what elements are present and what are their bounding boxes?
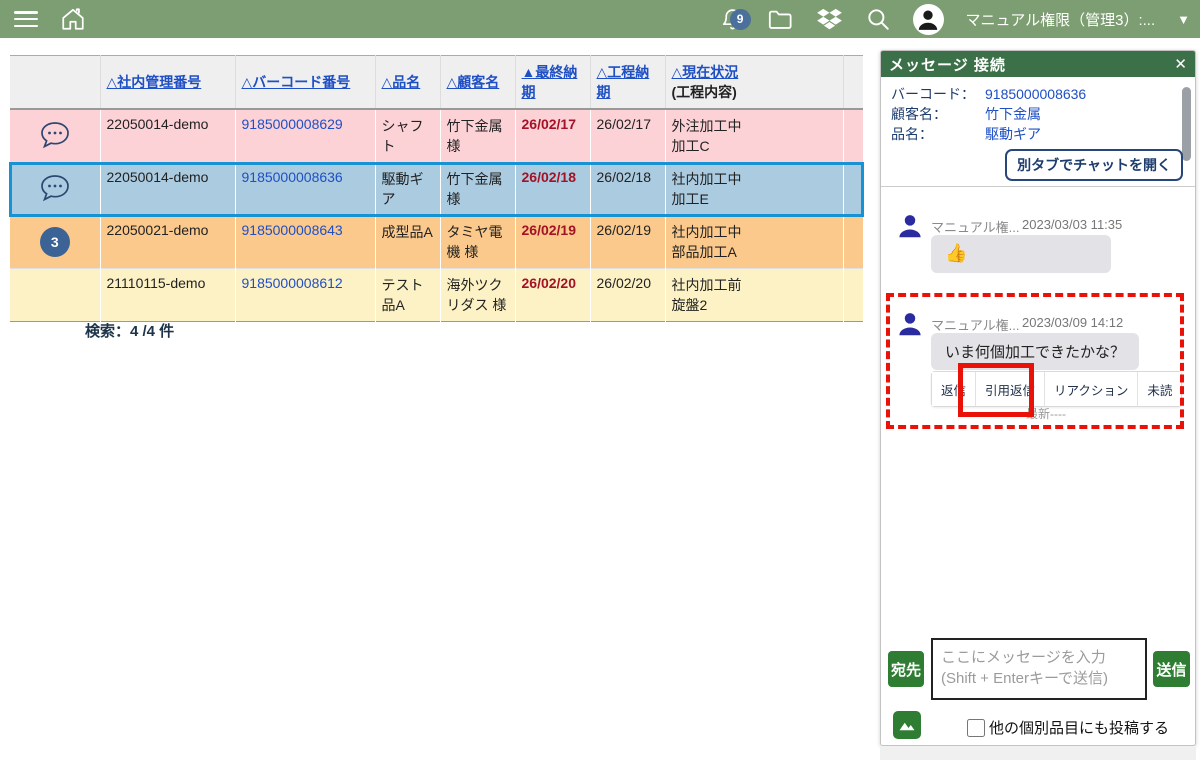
column-sort-final-due[interactable]: ▲最終納期 [515,56,590,110]
post-to-other-items-label: 他の個別品目にも投稿する [989,717,1169,738]
orders-table: △社内管理番号 △バーコード番号 △品名 △顧客名 ▲最終納期 △工程納期 △現… [10,55,863,322]
recipient-button[interactable]: 宛先 [888,651,924,687]
home-icon[interactable] [60,6,86,32]
attach-image-icon[interactable] [893,711,921,739]
chat-avatar-icon [895,309,925,339]
cell-product: 成型品A [375,216,440,269]
cell-process-due: 26/02/18 [590,163,665,216]
panel-divider [881,186,1195,187]
cell-barcode-link[interactable]: 9185000008643 [242,222,343,238]
message-sender: マニュアル権... [931,217,1019,236]
notifications-bell-icon[interactable]: 9 [720,7,745,32]
info-barcode-value: 9185000008636 [985,86,1086,102]
open-chat-new-tab-button[interactable]: 別タブでチャットを開く [1005,149,1183,181]
cell-status: 社内加工前旋盤2 [665,269,843,322]
cell-customer: 竹下金属 様 [440,163,515,216]
column-sort-status[interactable]: △現在状況(工程内容) [665,56,843,110]
cell-process-due: 26/02/17 [590,109,665,163]
info-product-row: 品名：駆動ギア [891,124,1041,144]
chat-bubble-icon[interactable] [38,190,72,206]
table-row[interactable]: 21110115-demo 9185000008612 テスト品A 海外ツクリダ… [10,269,863,322]
message-timestamp: 2023/03/09 14:12 [1022,315,1123,330]
send-button[interactable]: 送信 [1153,651,1190,687]
cell-mgmt-no: 22050014-demo [100,109,235,163]
panel-scrollbar[interactable] [1182,87,1191,161]
close-icon[interactable]: ✕ [1174,55,1187,73]
column-sort-mgmt-no[interactable]: △社内管理番号 [100,56,235,110]
cell-customer: タミヤ電機 様 [440,216,515,269]
info-customer-row: 顧客名：竹下金属 [891,104,1041,124]
table-row-selected[interactable]: 22050014-demo 9185000008636 駆動ギア 竹下金属 様 … [10,163,863,216]
table-row[interactable]: 3 22050021-demo 9185000008643 成型品A タミヤ電機… [10,216,863,269]
cell-process-due: 26/02/19 [590,216,665,269]
search-icon[interactable] [865,6,891,32]
post-to-other-items-checkbox[interactable] [967,719,985,737]
reaction-button[interactable]: リアクション [1044,372,1137,406]
top-app-bar: 9 マニュアル権限（管理3）:... ▼ [0,0,1200,38]
menu-icon[interactable] [14,11,38,27]
latest-divider: ----最新---- [881,405,1195,422]
message-sender: マニュアル権... [931,315,1019,334]
search-result-count: 検索：4 /4 件 [85,320,174,341]
cell-process-due: 26/02/20 [590,269,665,322]
message-panel-titlebar[interactable]: メッセージ 接続 ✕ [881,51,1195,77]
cell-product: テスト品A [375,269,440,322]
folder-icon[interactable] [767,6,794,33]
column-sort-customer[interactable]: △顧客名 [440,56,515,110]
cell-final-due: 26/02/17 [522,116,577,132]
chat-bubble-icon[interactable] [38,137,72,153]
cell-barcode-link[interactable]: 9185000008612 [242,275,343,291]
page-background-strip [880,746,1196,760]
unread-button[interactable]: 未読 [1137,372,1181,406]
cell-mgmt-no: 22050021-demo [100,216,235,269]
info-barcode-row: バーコード：9185000008636 [891,84,1086,104]
cell-status: 社内加工中加工E [665,163,843,216]
dropbox-icon[interactable] [816,6,843,33]
message-timestamp: 2023/03/03 11:35 [1022,217,1122,232]
cell-barcode-link[interactable]: 9185000008629 [242,116,343,132]
cell-product: シャフト [375,109,440,163]
reply-button[interactable]: 返信 [932,372,975,406]
unread-count-badge[interactable]: 3 [40,227,70,257]
cell-mgmt-no: 22050014-demo [100,163,235,216]
panel-title: メッセージ 接続 [889,54,1006,75]
cell-customer: 竹下金属 様 [440,109,515,163]
column-icon [10,56,100,110]
user-avatar[interactable] [913,4,944,35]
table-header-row: △社内管理番号 △バーコード番号 △品名 △顧客名 ▲最終納期 △工程納期 △現… [10,56,863,110]
message-input[interactable] [931,638,1147,700]
quote-reply-button[interactable]: 引用返信 [975,372,1044,406]
column-sort-barcode[interactable]: △バーコード番号 [235,56,375,110]
cell-final-due: 26/02/18 [522,169,577,185]
cell-status: 外注加工中加工C [665,109,843,163]
cell-final-due: 26/02/19 [522,222,577,238]
user-role-label[interactable]: マニュアル権限（管理3）:... [966,9,1156,30]
cell-mgmt-no: 21110115-demo [100,269,235,322]
column-sort-process-due[interactable]: △工程納期 [590,56,665,110]
cell-status: 社内加工中部品加工A [665,216,843,269]
cell-final-due: 26/02/20 [522,275,577,291]
info-product-value: 駆動ギア [985,126,1041,142]
table-row[interactable]: 22050014-demo 9185000008629 シャフト 竹下金属 様 … [10,109,863,163]
chat-avatar-icon [895,211,925,241]
message-bubble: 👍 [931,235,1111,273]
chevron-down-icon[interactable]: ▼ [1177,12,1190,27]
post-to-other-items-row: 他の個別品目にも投稿する [967,717,1169,738]
message-panel: メッセージ 接続 ✕ バーコード：9185000008636 顧客名：竹下金属 … [880,50,1196,746]
column-sort-product[interactable]: △品名 [375,56,440,110]
cell-product: 駆動ギア [375,163,440,216]
cell-customer: 海外ツクリダス 様 [440,269,515,322]
message-bubble: いま何個加工できたかな？ [931,333,1139,370]
cell-barcode-link[interactable]: 9185000008636 [242,169,343,185]
column-extra [843,56,863,110]
message-actions-bar: 返信 引用返信 リアクション 未読 [931,371,1182,407]
info-customer-value: 竹下金属 [985,106,1041,122]
notification-count-badge: 9 [730,9,751,30]
